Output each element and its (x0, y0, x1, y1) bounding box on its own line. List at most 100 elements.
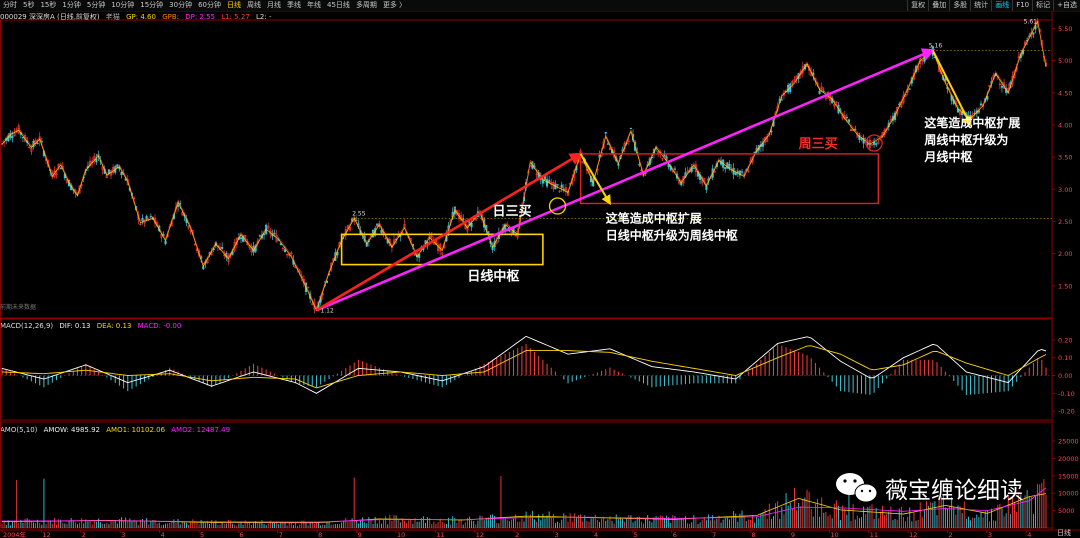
annotation-upgrade-2: 周线中枢升级为 (924, 132, 1008, 147)
price-tick-3: 3.00 (1058, 186, 1072, 194)
candle-body-321 (673, 168, 676, 170)
candle-body-372 (780, 99, 783, 101)
x-tick-21: 10 (830, 531, 838, 538)
candle-body-289 (606, 143, 609, 145)
x-tick-9: 9 (358, 531, 362, 538)
candlestick-series (0, 18, 1048, 314)
candle-body-433 (908, 88, 911, 90)
x-tick-11: 11 (436, 531, 444, 538)
x-tick-4: 4 (161, 531, 165, 538)
price-tick-7: 5.00 (1058, 57, 1072, 65)
x-tick-19: 8 (752, 531, 756, 538)
candle-body-268 (562, 188, 565, 190)
x-tick-12: 12 (476, 531, 484, 538)
x-tick-25: 3 (988, 531, 992, 538)
wechat-icon (836, 473, 878, 503)
x-tick-5: 5 (200, 531, 204, 538)
candle-body-181 (380, 230, 383, 233)
watermark-label: 前期未来数据 (0, 303, 36, 311)
annotation-expand-2: 这笔造成中枢扩展 (924, 115, 1020, 130)
x-tick-22: 11 (870, 531, 878, 538)
x-tick-24: 2 (949, 531, 953, 538)
bottom-right-label: 日线 (1057, 528, 1071, 537)
macd-dif-line (1, 335, 1047, 394)
x-tick-23: 12 (909, 531, 917, 538)
x-tick-0: 2004年 (3, 530, 27, 538)
x-tick-14: 3 (555, 531, 559, 538)
x-tick-17: 6 (673, 531, 677, 538)
candle-body-477 (1000, 85, 1004, 88)
macd-tick-3: 0.10 (1058, 354, 1072, 362)
x-tick-6: 6 (239, 531, 243, 538)
amo-tick-4: 25000 (1058, 437, 1079, 445)
macd-tick-0: -0.20 (1058, 408, 1075, 416)
candle-body-350 (734, 172, 737, 176)
candle-body-417 (875, 143, 878, 145)
annotation-expand-1: 这笔造成中枢扩展 (606, 210, 702, 225)
candle-body-57 (120, 171, 123, 175)
annotation-monthly-center: 月线中枢 (923, 149, 972, 164)
candle-body-304 (638, 164, 641, 166)
x-tick-1: 12 (42, 531, 50, 538)
macd-dea-line (1, 345, 1047, 389)
brand-watermark: 薇宝缠论细读 (836, 473, 1023, 504)
macd-series (1, 335, 1047, 396)
long-red-arrow (315, 152, 583, 312)
x-tick-2: 2 (82, 531, 86, 538)
candle-body-288 (604, 132, 607, 134)
chart-canvas[interactable]: 1.50 2.00 2.50 3.00 3.50 4.00 4.50 5.00 5.50 -0.2… (0, 0, 1080, 538)
x-tick-26: 4 (1027, 531, 1031, 538)
amo-tick-3: 20000 (1058, 455, 1079, 463)
x-tick-10: 10 (397, 531, 405, 538)
x-axis-labels: 2004年 12 2 3 4 5 6 7 8 9 10 11 12 2 3 4 5 6 7 8 9 10 11 12 2 3 4 (1, 530, 1031, 538)
candle-body-28 (59, 167, 62, 170)
level-value-label: 2.55 (352, 210, 366, 217)
candle-body-5 (11, 136, 14, 138)
candle-body-17 (36, 143, 39, 145)
candle-body-390 (818, 90, 821, 94)
amo-tick-1: 10000 (1058, 490, 1079, 498)
bi-zigzag-yellow (1, 20, 1047, 312)
price-tick-5: 4.00 (1058, 121, 1072, 129)
high-value-label: 5.61 (1024, 18, 1038, 25)
x-tick-20: 9 (791, 531, 795, 538)
price-tick-2: 2.50 (1058, 218, 1072, 226)
low-value-label: 1.12 (320, 307, 334, 314)
annotations: 1.12 2.55 5.16 5.61 日三买 这笔造成中枢扩展日线中枢升级为周线中枢日线… (315, 18, 1038, 314)
price-tick-4: 3.50 (1058, 154, 1072, 162)
chart-frame (0, 11, 1080, 531)
candle-body-345 (724, 167, 727, 170)
x-tick-7: 7 (279, 531, 283, 538)
amo-tick-0: 5000 (1058, 507, 1075, 515)
long-magenta-arrow (315, 48, 936, 312)
macd-tick-4: 0.20 (1058, 336, 1072, 344)
x-tick-13: 2 (515, 531, 519, 538)
candle-body-123 (258, 235, 261, 237)
price-tick-1: 2.00 (1058, 250, 1072, 258)
macd-tick-1: -0.10 (1058, 390, 1075, 398)
y-axis-labels: 1.50 2.00 2.50 3.00 3.50 4.00 4.50 5.00 5.50 -0.2… (1052, 25, 1079, 515)
candle-body-492 (1032, 32, 1035, 35)
high2-value-label: 5.16 (929, 42, 943, 49)
panel-border-0 (0, 19, 1053, 319)
candle-body-84 (177, 204, 180, 207)
candle-body-410 (860, 138, 863, 140)
price-tick-0: 1.50 (1058, 282, 1072, 290)
x-tick-16: 5 (633, 531, 637, 538)
stroke-lines (1, 18, 1052, 312)
brand-text: 薇宝缠论细读 (885, 478, 1023, 504)
yellow-arrow-2 (931, 49, 972, 127)
weekly-third-buy-label: 周三买 (799, 137, 838, 152)
candle-body-413 (866, 143, 869, 145)
x-tick-3: 3 (121, 531, 125, 538)
annotation-upgrade-1: 日线中枢升级为周线中枢 (606, 227, 738, 242)
price-tick-8: 5.50 (1058, 25, 1072, 33)
daily-third-buy-label: 日三买 (493, 205, 532, 220)
x-tick-8: 8 (318, 531, 322, 538)
amo-tick-2: 15000 (1058, 472, 1079, 480)
candle-body-403 (845, 116, 848, 119)
candle-body-135 (283, 249, 287, 252)
candle-body-330 (692, 167, 695, 169)
x-tick-15: 4 (594, 531, 598, 538)
candle-body-353 (740, 171, 744, 173)
